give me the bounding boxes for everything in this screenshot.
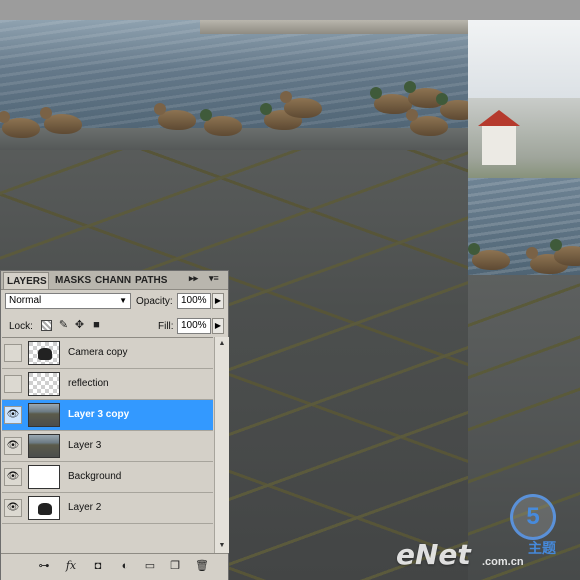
scroll-down-arrow-icon[interactable]: ▼	[216, 540, 228, 552]
mask-icon[interactable]: ◘	[90, 558, 106, 574]
tab-masks[interactable]: MASKS	[52, 272, 92, 289]
watermark-logo: eNet	[396, 538, 471, 571]
adjustment-icon[interactable]: ◐	[117, 558, 133, 574]
camera-silhouette-icon	[38, 503, 52, 515]
folder-icon[interactable]: ▭	[142, 558, 158, 574]
panel-tab-bar: LAYERS MASKS CHANN PATHS ▸▸ ▾≡	[1, 271, 228, 290]
canvas-top-strip	[0, 0, 580, 20]
visibility-toggle-off[interactable]	[4, 375, 22, 393]
watermark-cn-text: 主题	[528, 540, 556, 556]
lock-label: Lock:	[9, 321, 33, 332]
visibility-toggle-off[interactable]	[4, 344, 22, 362]
link-icon[interactable]: ⊶	[36, 558, 52, 574]
duck	[40, 107, 82, 134]
lock-paint-brush-icon[interactable]: ✎	[58, 320, 69, 331]
fill-label: Fill:	[158, 321, 174, 332]
layer-name: reflection	[68, 378, 109, 389]
layer-row-layer-3-copy[interactable]: 👁 Layer 3 copy	[2, 400, 213, 431]
opacity-field[interactable]: 100%	[177, 293, 211, 309]
layer-thumbnail	[28, 496, 60, 520]
opacity-label: Opacity:	[136, 296, 173, 307]
tab-paths[interactable]: PATHS	[132, 272, 170, 289]
white-house	[482, 123, 516, 165]
scroll-up-arrow-icon[interactable]: ▲	[216, 338, 228, 350]
watermark-badge: 5	[510, 494, 556, 540]
layer-name: Layer 2	[68, 502, 102, 513]
dropdown-arrow-icon: ▼	[119, 296, 127, 305]
duck	[200, 109, 242, 136]
panel-menu-icon[interactable]: ▾≡	[209, 273, 219, 284]
eye-icon[interactable]: 👁	[4, 406, 22, 424]
duck	[280, 91, 322, 118]
lock-transparency-icon[interactable]	[41, 320, 52, 331]
camera-silhouette-icon	[38, 348, 52, 360]
layer-row-reflection[interactable]: reflection	[2, 369, 213, 400]
opacity-slider-arrow-icon[interactable]: ▶	[212, 293, 224, 309]
fx-icon[interactable]: fx	[63, 558, 79, 574]
layer-name: Layer 3 copy	[68, 409, 130, 420]
tabs-overflow-icon[interactable]: ▸▸	[189, 273, 198, 284]
watermark-domain: .com.cn	[482, 556, 524, 568]
fill-field[interactable]: 100%	[177, 318, 211, 334]
fill-slider-arrow-icon[interactable]: ▶	[212, 318, 224, 334]
layers-footer-toolbar: ⊶ fx ◘ ◐ ▭ ❐ 🗑	[1, 553, 228, 580]
layer-row-camera-copy[interactable]: Camera copy	[2, 338, 213, 369]
eye-icon[interactable]: 👁	[4, 499, 22, 517]
duck	[468, 243, 510, 270]
far-shore	[200, 20, 468, 34]
layer-name: Camera copy	[68, 347, 128, 358]
layers-scrollbar[interactable]: ▲ ▼	[214, 337, 229, 553]
eye-icon[interactable]: 👁	[4, 437, 22, 455]
lock-all-padlock-icon[interactable]: ■	[91, 320, 102, 331]
layer-thumbnail	[28, 341, 60, 365]
layer-row-layer-2[interactable]: 👁 Layer 2	[2, 493, 213, 524]
duck	[406, 109, 448, 136]
trash-icon[interactable]: 🗑	[194, 558, 210, 574]
layer-thumbnail	[28, 403, 60, 427]
layer-name: Layer 3	[68, 440, 102, 451]
blend-mode-value: Normal	[9, 295, 42, 306]
red-roof	[478, 110, 520, 126]
layer-thumbnail	[28, 434, 60, 458]
eye-icon[interactable]: 👁	[4, 468, 22, 486]
lock-position-move-icon[interactable]: ✥	[74, 320, 85, 331]
layer-thumbnail	[28, 465, 60, 489]
new-layer-icon[interactable]: ❐	[167, 558, 183, 574]
layer-thumbnail	[28, 372, 60, 396]
duck	[154, 103, 196, 130]
layer-row-background[interactable]: 👁 Background	[2, 462, 213, 493]
layer-name: Background	[68, 471, 122, 482]
layers-list: Camera copy reflection 👁 Layer 3 copy 👁 …	[2, 337, 213, 554]
tab-layers[interactable]: LAYERS	[3, 272, 49, 289]
layer-row-layer-3[interactable]: 👁 Layer 3	[2, 431, 213, 462]
duck	[0, 111, 40, 138]
layers-panel: LAYERS MASKS CHANN PATHS ▸▸ ▾≡ Normal ▼ …	[0, 270, 229, 580]
tab-channels[interactable]: CHANN	[92, 272, 132, 289]
blend-mode-select[interactable]: Normal ▼	[5, 293, 131, 309]
